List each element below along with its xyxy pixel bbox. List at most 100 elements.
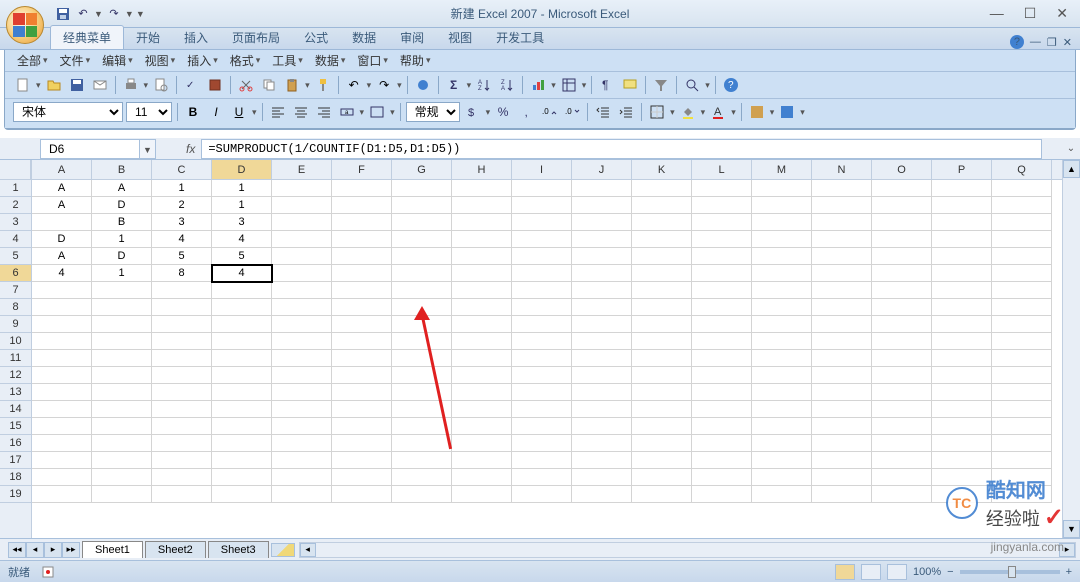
cell[interactable] bbox=[452, 197, 512, 214]
cell[interactable] bbox=[332, 384, 392, 401]
cell[interactable] bbox=[212, 316, 272, 333]
menu-file[interactable]: 文件▾ bbox=[56, 50, 95, 71]
ribbon-tab-formulas[interactable]: 公式 bbox=[292, 26, 340, 49]
cell[interactable] bbox=[992, 316, 1052, 333]
cell[interactable] bbox=[692, 265, 752, 282]
vertical-scrollbar[interactable]: ▲ ▼ bbox=[1062, 160, 1080, 538]
cell[interactable] bbox=[92, 316, 152, 333]
cell[interactable] bbox=[752, 418, 812, 435]
cell[interactable] bbox=[632, 367, 692, 384]
column-header[interactable]: E bbox=[272, 160, 332, 179]
cell[interactable] bbox=[812, 418, 872, 435]
cell[interactable] bbox=[692, 452, 752, 469]
cell[interactable] bbox=[452, 401, 512, 418]
cell[interactable] bbox=[452, 418, 512, 435]
cell[interactable] bbox=[992, 248, 1052, 265]
row-header[interactable]: 13 bbox=[0, 384, 31, 401]
row-header[interactable]: 14 bbox=[0, 401, 31, 418]
cell[interactable] bbox=[92, 350, 152, 367]
row-header[interactable]: 19 bbox=[0, 486, 31, 503]
cell[interactable] bbox=[392, 333, 452, 350]
cell[interactable] bbox=[392, 316, 452, 333]
chevron-down-icon[interactable]: ▾ bbox=[486, 107, 491, 118]
cell[interactable]: 3 bbox=[212, 214, 272, 231]
font-size-select[interactable]: 11 bbox=[126, 102, 172, 122]
cell[interactable]: D bbox=[92, 197, 152, 214]
doc-close-button[interactable]: ✕ bbox=[1063, 36, 1072, 49]
chevron-down-icon[interactable]: ▾ bbox=[252, 107, 257, 118]
view-normal-button[interactable] bbox=[835, 564, 855, 580]
cell[interactable] bbox=[632, 435, 692, 452]
help-button[interactable]: ? bbox=[721, 75, 741, 95]
cell[interactable] bbox=[992, 367, 1052, 384]
cell[interactable] bbox=[692, 282, 752, 299]
cell[interactable] bbox=[92, 282, 152, 299]
cell[interactable] bbox=[692, 384, 752, 401]
cell[interactable] bbox=[152, 367, 212, 384]
cell[interactable] bbox=[932, 350, 992, 367]
row-header[interactable]: 3 bbox=[0, 214, 31, 231]
cell[interactable] bbox=[752, 180, 812, 197]
cell[interactable] bbox=[992, 197, 1052, 214]
cell[interactable] bbox=[512, 384, 572, 401]
cell[interactable] bbox=[932, 265, 992, 282]
cell[interactable] bbox=[332, 452, 392, 469]
cell[interactable] bbox=[272, 452, 332, 469]
cell[interactable] bbox=[212, 350, 272, 367]
cell[interactable] bbox=[212, 435, 272, 452]
cell[interactable] bbox=[872, 197, 932, 214]
sort-desc-button[interactable]: ZA bbox=[497, 75, 517, 95]
cell[interactable] bbox=[152, 435, 212, 452]
cell[interactable] bbox=[152, 418, 212, 435]
cell[interactable] bbox=[392, 367, 452, 384]
cell[interactable] bbox=[332, 435, 392, 452]
cell[interactable] bbox=[452, 265, 512, 282]
cell[interactable] bbox=[152, 452, 212, 469]
scroll-left-button[interactable]: ◂ bbox=[300, 543, 316, 557]
cell[interactable] bbox=[812, 180, 872, 197]
cell[interactable]: 2 bbox=[152, 197, 212, 214]
pivot-button[interactable] bbox=[559, 75, 579, 95]
name-box-dropdown[interactable]: ▼ bbox=[140, 139, 156, 159]
cell[interactable] bbox=[692, 231, 752, 248]
cell[interactable] bbox=[392, 231, 452, 248]
conditional-format-button[interactable] bbox=[747, 102, 767, 122]
undo-button[interactable]: ↶ bbox=[344, 75, 364, 95]
cell[interactable] bbox=[812, 197, 872, 214]
column-header[interactable]: D bbox=[212, 160, 272, 179]
cell[interactable] bbox=[92, 452, 152, 469]
currency-button[interactable]: $ bbox=[463, 102, 483, 122]
print-button[interactable] bbox=[121, 75, 141, 95]
cell[interactable] bbox=[992, 401, 1052, 418]
cell[interactable]: A bbox=[32, 248, 92, 265]
cell[interactable] bbox=[992, 435, 1052, 452]
cell[interactable] bbox=[32, 401, 92, 418]
cell[interactable] bbox=[452, 350, 512, 367]
macro-record-button[interactable] bbox=[38, 562, 58, 582]
cell[interactable] bbox=[512, 350, 572, 367]
cell[interactable] bbox=[932, 231, 992, 248]
row-header[interactable]: 7 bbox=[0, 282, 31, 299]
cell[interactable] bbox=[332, 333, 392, 350]
cell[interactable] bbox=[392, 469, 452, 486]
cell[interactable] bbox=[932, 180, 992, 197]
cell[interactable] bbox=[692, 299, 752, 316]
cell[interactable] bbox=[32, 435, 92, 452]
cell[interactable] bbox=[692, 401, 752, 418]
cell[interactable] bbox=[32, 452, 92, 469]
cell[interactable] bbox=[272, 350, 332, 367]
cell[interactable] bbox=[632, 299, 692, 316]
cell[interactable] bbox=[752, 350, 812, 367]
cell[interactable] bbox=[272, 401, 332, 418]
cell[interactable] bbox=[872, 486, 932, 503]
cell[interactable] bbox=[752, 469, 812, 486]
cell[interactable]: 5 bbox=[152, 248, 212, 265]
cell[interactable] bbox=[752, 316, 812, 333]
ribbon-tab-view[interactable]: 视图 bbox=[436, 26, 484, 49]
cell[interactable] bbox=[692, 248, 752, 265]
cell[interactable] bbox=[392, 299, 452, 316]
cell[interactable] bbox=[752, 282, 812, 299]
cell[interactable] bbox=[812, 231, 872, 248]
cell[interactable] bbox=[572, 214, 632, 231]
cell[interactable] bbox=[572, 367, 632, 384]
